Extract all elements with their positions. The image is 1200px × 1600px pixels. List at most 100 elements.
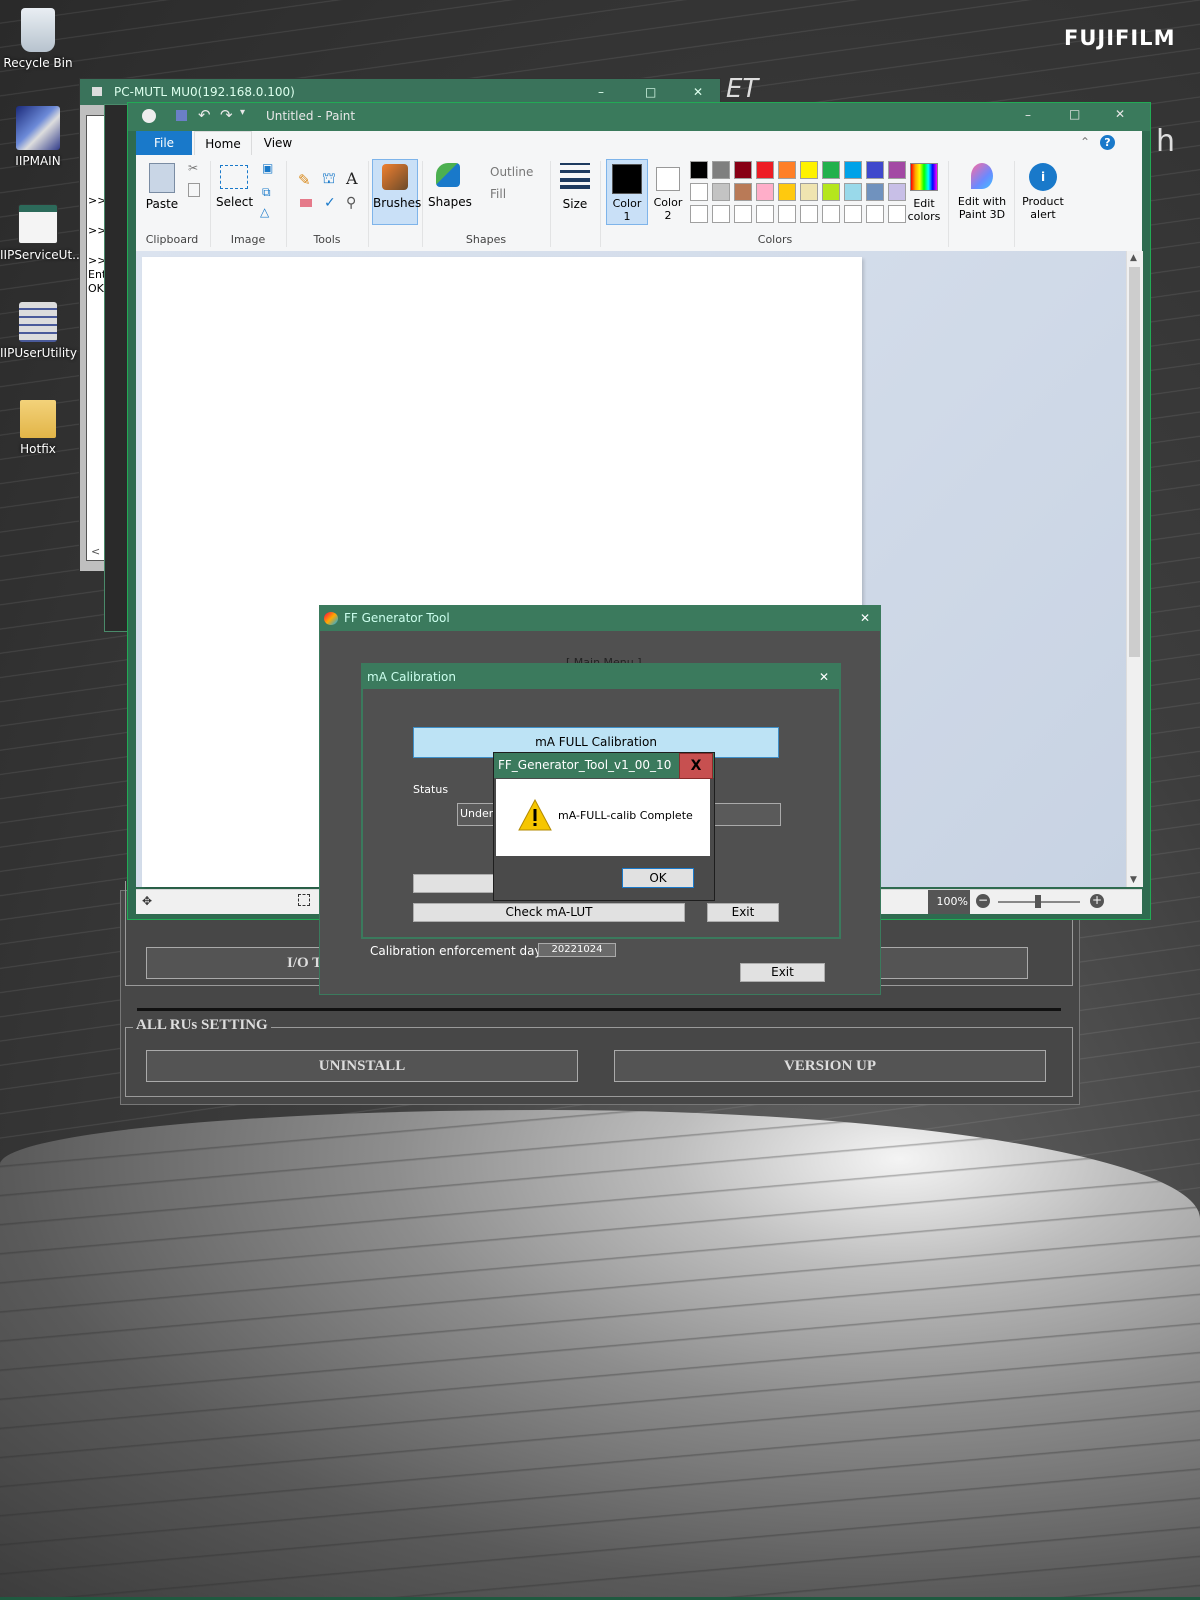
text-tool-icon[interactable]: A: [346, 169, 358, 188]
selection-size-icon: [298, 894, 310, 906]
cursor-position-icon: ✥: [142, 894, 153, 908]
paint-palette-icon: [142, 109, 156, 123]
palette-swatch[interactable]: [800, 161, 818, 179]
ff-exit-button[interactable]: Exit: [740, 963, 825, 982]
palette-swatch[interactable]: [712, 161, 730, 179]
scroll-thumb[interactable]: [1129, 267, 1140, 657]
fill-bucket-icon[interactable]: ⛫: [322, 169, 336, 189]
palette-swatch[interactable]: [822, 183, 840, 201]
palette-swatch[interactable]: [866, 183, 884, 201]
check-ma-lut-button[interactable]: Check mA-LUT: [413, 903, 685, 922]
ma-exit-button[interactable]: Exit: [707, 903, 779, 922]
select-label: Select: [216, 195, 254, 209]
close-icon[interactable]: ✕: [819, 665, 829, 689]
desktop-icon-iipserviceutility[interactable]: IIPServiceUt...: [0, 204, 84, 262]
version-up-button[interactable]: VERSION UP: [614, 1050, 1046, 1082]
tools-group-label: Tools: [313, 233, 341, 246]
tab-file[interactable]: File: [136, 131, 192, 155]
color-picker-icon[interactable]: ✓: [324, 195, 336, 211]
minimize-icon[interactable]: –: [1025, 108, 1031, 122]
palette-swatch[interactable]: [866, 205, 884, 223]
palette-swatch[interactable]: [734, 205, 752, 223]
edit-colors-label-2: colors: [907, 210, 941, 223]
edit-colors-button[interactable]: Edit colors: [904, 161, 944, 227]
scroll-up-icon[interactable]: ▲: [1130, 253, 1137, 263]
color1-button[interactable]: Color 1: [606, 159, 648, 225]
product-alert-label-2: alert: [1030, 208, 1056, 221]
outline-dropdown[interactable]: Outline: [490, 165, 533, 179]
palette-swatch[interactable]: [800, 205, 818, 223]
help-icon[interactable]: ?: [1100, 135, 1115, 150]
fujifilm-logo: FUJIFILM: [1064, 26, 1176, 50]
palette-swatch[interactable]: [778, 161, 796, 179]
cut-icon[interactable]: ✂: [188, 161, 198, 175]
eraser-icon[interactable]: [300, 199, 312, 207]
palette-swatch[interactable]: [822, 161, 840, 179]
palette-swatch[interactable]: [778, 183, 796, 201]
product-alert-button[interactable]: i Product alert: [1018, 161, 1068, 227]
resize-icon[interactable]: ⧉: [262, 185, 271, 200]
dialog-close-button[interactable]: X: [679, 753, 713, 779]
iipserviceutility-icon: [18, 204, 58, 244]
palette-swatch[interactable]: [734, 183, 752, 201]
brushes-label: Brushes: [373, 196, 422, 210]
zoom-out-icon[interactable]: −: [976, 894, 990, 908]
palette-swatch[interactable]: [690, 183, 708, 201]
fill-dropdown[interactable]: Fill: [490, 187, 506, 201]
palette-swatch[interactable]: [756, 161, 774, 179]
dialog-titlebar: FF_Generator_Tool_v1_00_10 X: [494, 753, 714, 779]
ma-calibration-title: mA Calibration: [367, 670, 457, 684]
zoom-in-icon[interactable]: +: [1090, 894, 1104, 908]
redo-icon[interactable]: ↷: [220, 106, 233, 124]
paste-label: Paste: [145, 197, 179, 211]
uninstall-button[interactable]: UNINSTALL: [146, 1050, 578, 1082]
scroll-down-icon[interactable]: ▼: [1130, 875, 1137, 885]
palette-swatch[interactable]: [822, 205, 840, 223]
paste-button[interactable]: Paste: [142, 159, 182, 221]
tab-view[interactable]: View: [252, 131, 304, 155]
size-button[interactable]: Size: [558, 161, 592, 221]
palette-swatch[interactable]: [844, 161, 862, 179]
size-label: Size: [562, 197, 588, 211]
save-icon[interactable]: [176, 110, 187, 121]
palette-swatch[interactable]: [756, 205, 774, 223]
palette-swatch[interactable]: [800, 183, 818, 201]
crop-icon[interactable]: ▣: [262, 161, 273, 175]
desktop-icon-hotfix[interactable]: Hotfix: [0, 400, 76, 456]
copy-icon[interactable]: [188, 183, 200, 197]
close-icon[interactable]: ✕: [1115, 107, 1125, 121]
palette-swatch[interactable]: [734, 161, 752, 179]
scroll-left-button[interactable]: <: [91, 545, 100, 558]
palette-swatch[interactable]: [712, 205, 730, 223]
palette-swatch[interactable]: [778, 205, 796, 223]
shapes-button[interactable]: Shapes: [428, 161, 472, 221]
desktop-icon-iipuserutility[interactable]: IIPUserUtility: [0, 302, 77, 360]
tab-home[interactable]: Home: [194, 131, 252, 156]
maximize-icon[interactable]: □: [1069, 107, 1080, 121]
quick-access-dropdown-icon[interactable]: ▾: [240, 107, 245, 118]
edit-paint3d-button[interactable]: Edit with Paint 3D: [954, 161, 1010, 227]
desktop-icon-recycle-bin[interactable]: Recycle Bin: [0, 8, 76, 70]
magnifier-icon[interactable]: ⚲: [346, 195, 356, 211]
collapse-ribbon-icon[interactable]: ⌃: [1080, 135, 1090, 149]
ok-button[interactable]: OK: [622, 868, 694, 888]
palette-swatch[interactable]: [844, 205, 862, 223]
palette-swatch[interactable]: [866, 161, 884, 179]
select-button[interactable]: Select: [216, 161, 254, 221]
message-dialog: FF_Generator_Tool_v1_00_10 X mA-FULL-cal…: [493, 752, 715, 901]
palette-swatch[interactable]: [844, 183, 862, 201]
close-icon[interactable]: ✕: [860, 606, 870, 631]
palette-swatch[interactable]: [712, 183, 730, 201]
undo-icon[interactable]: ↶: [198, 106, 211, 124]
palette-swatch[interactable]: [690, 161, 708, 179]
paint-title: Untitled - Paint: [266, 109, 356, 123]
zoom-slider-thumb[interactable]: [1035, 895, 1041, 908]
color2-button[interactable]: Color 2: [650, 159, 686, 223]
vertical-scrollbar[interactable]: ▲ ▼: [1126, 251, 1143, 887]
pencil-icon[interactable]: ✎: [298, 171, 311, 189]
brushes-button[interactable]: Brushes: [372, 159, 422, 225]
desktop-icon-iipmain[interactable]: IIPMAIN: [0, 106, 76, 168]
rotate-icon[interactable]: △: [260, 205, 269, 219]
palette-swatch[interactable]: [690, 205, 708, 223]
palette-swatch[interactable]: [756, 183, 774, 201]
